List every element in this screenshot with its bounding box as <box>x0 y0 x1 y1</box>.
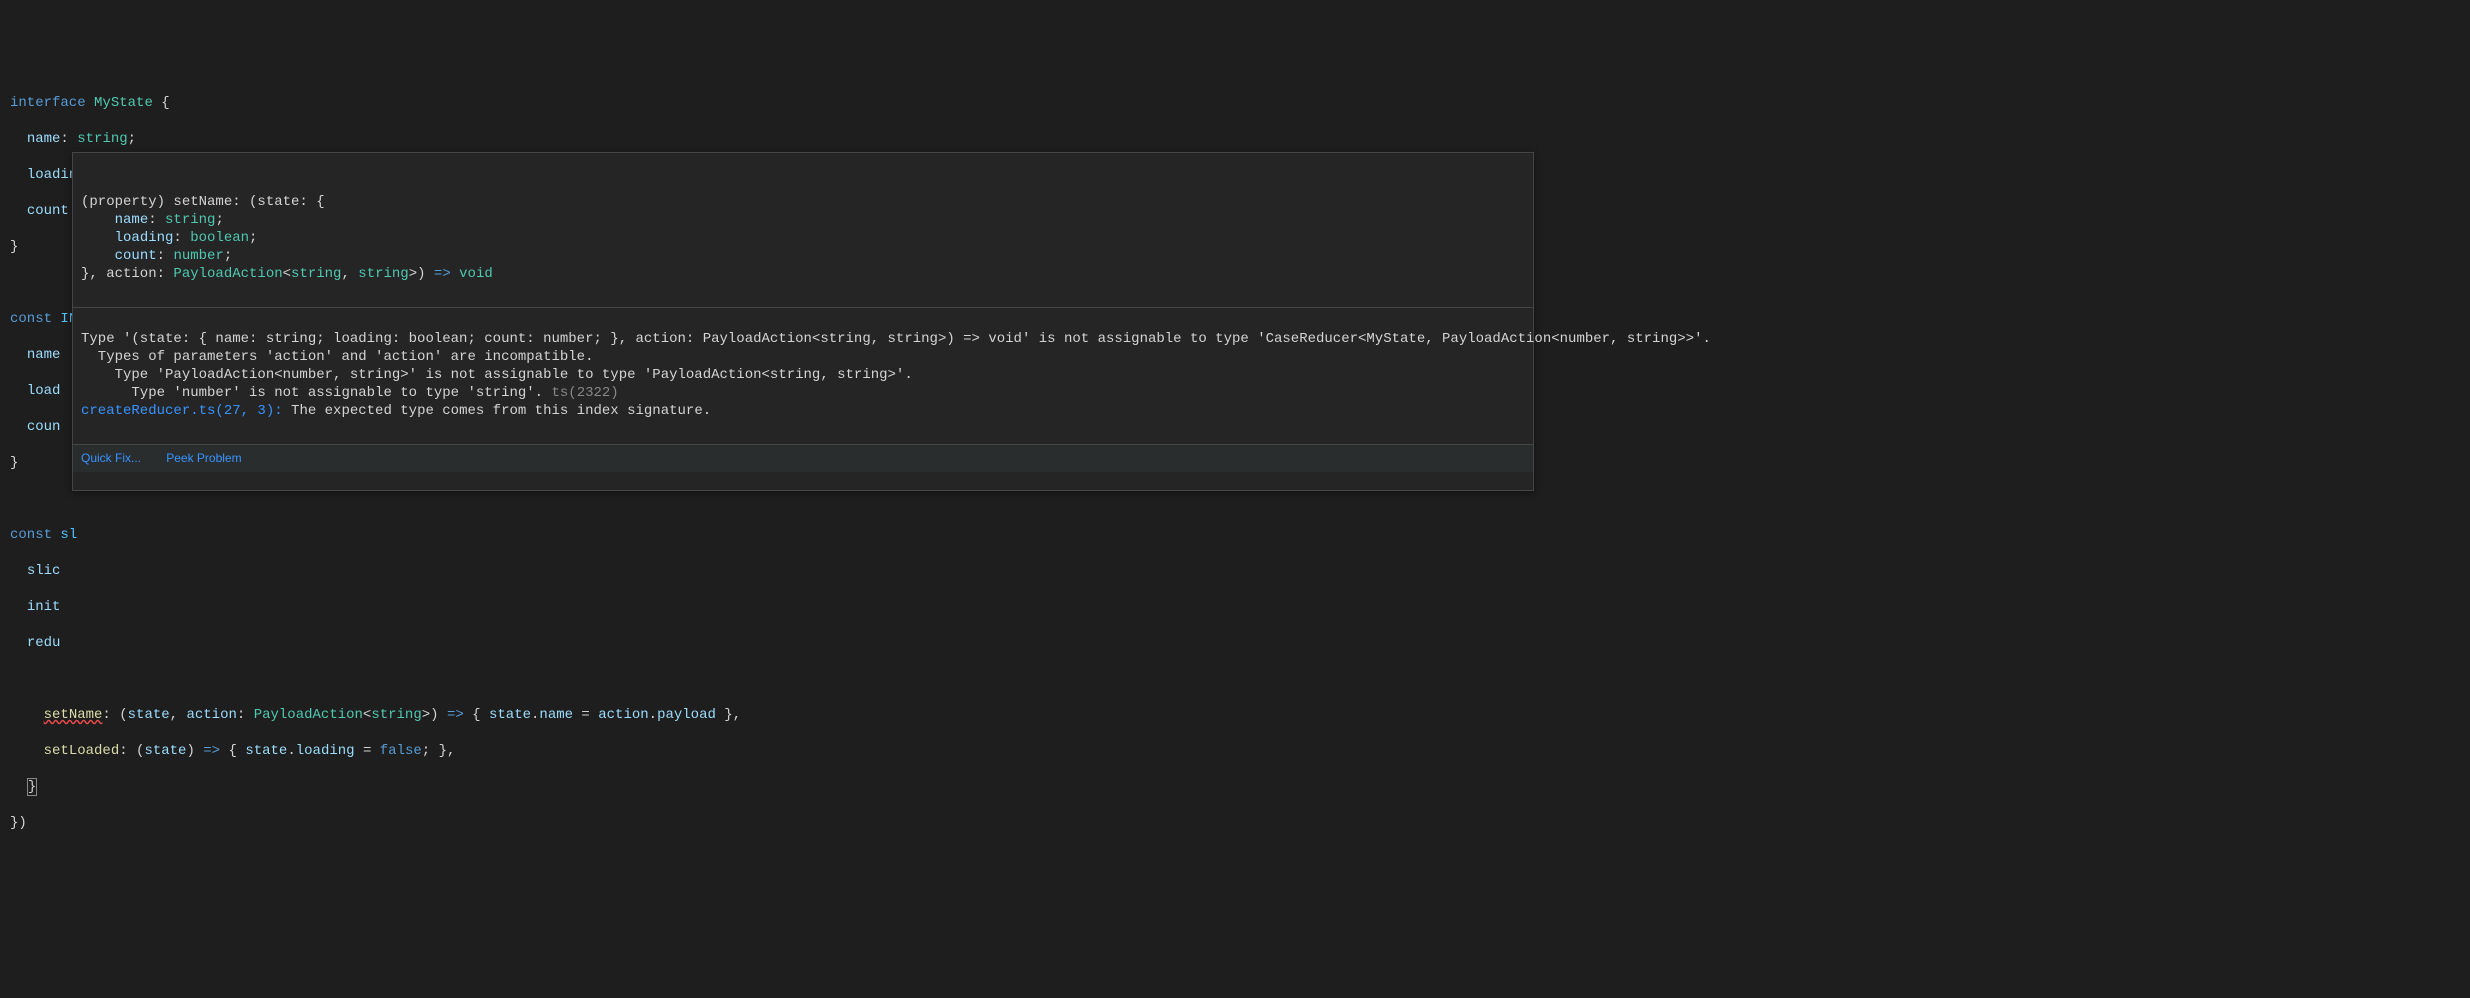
code-line[interactable] <box>10 670 2460 688</box>
error-line: Types of parameters 'action' and 'action… <box>81 349 593 365</box>
quick-fix-link[interactable]: Quick Fix... <box>81 451 141 465</box>
prop-partial: load <box>27 383 61 399</box>
sig-type: string <box>291 266 341 282</box>
var-state: state <box>245 743 287 759</box>
error-line: Type '(state: { name: string; loading: b… <box>81 331 1711 347</box>
hover-tooltip: (property) setName: (state: { name: stri… <box>72 152 1534 491</box>
const-name: sl <box>60 527 77 543</box>
keyword-const: const <box>10 527 52 543</box>
prop-partial: coun <box>27 419 61 435</box>
sig-lt: < <box>283 266 291 282</box>
hover-actions: Quick Fix... Peek Problem <box>73 444 1533 472</box>
type-name: MyState <box>94 95 153 111</box>
error-source-file[interactable]: createReducer.ts(27, 3): <box>81 403 291 419</box>
code-line[interactable]: const sl <box>10 526 2460 544</box>
prop-name: name <box>27 131 61 147</box>
sig-prop: loading <box>115 230 174 246</box>
sig-line: (property) setName: (state: { <box>81 194 325 210</box>
sig-prop: name <box>115 212 149 228</box>
code-line[interactable]: slic <box>10 562 2460 580</box>
sig-type: number <box>173 248 223 264</box>
bool-false: false <box>380 743 422 759</box>
var-state: state <box>489 707 531 723</box>
brace-close: }) <box>10 815 27 831</box>
prop-payload: payload <box>657 707 716 723</box>
arrow: => <box>203 743 220 759</box>
operator-eq: = <box>573 707 598 723</box>
prop-count: count <box>27 203 69 219</box>
error-code: ts(2322) <box>551 385 618 401</box>
peek-problem-link[interactable]: Peek Problem <box>166 451 241 465</box>
param-state: state <box>144 743 186 759</box>
arrow: => <box>447 707 464 723</box>
brace-close: } <box>10 455 18 471</box>
code-editor[interactable]: interface MyState { name: string; loadin… <box>0 72 2470 908</box>
code-line[interactable]: init <box>10 598 2460 616</box>
prop-loading: loading <box>296 743 355 759</box>
param-action: action <box>186 707 236 723</box>
error-source-text: The expected type comes from this index … <box>291 403 711 419</box>
param-state: state <box>128 707 170 723</box>
brace-close: } <box>10 239 18 255</box>
code-line[interactable] <box>10 490 2460 508</box>
hover-error: Type '(state: { name: string; loading: b… <box>73 307 1533 426</box>
type-string: string <box>77 131 127 147</box>
prop-setloaded: setLoaded <box>44 743 120 759</box>
sig-type-pa: PayloadAction <box>173 266 282 282</box>
prop-partial: name <box>27 347 61 363</box>
sig-type: boolean <box>190 230 249 246</box>
sig-type: string <box>165 212 215 228</box>
sig-arrow: => <box>434 266 451 282</box>
code-line[interactable]: redu <box>10 634 2460 652</box>
keyword-interface: interface <box>10 95 86 111</box>
sig-void: void <box>451 266 493 282</box>
code-line[interactable]: setName: (state, action: PayloadAction<s… <box>10 706 2460 724</box>
sig-prop: count <box>115 248 157 264</box>
prop-partial: slic <box>27 563 61 579</box>
type-string: string <box>371 707 421 723</box>
code-line[interactable]: } <box>10 778 2460 796</box>
brace-close-matched: } <box>27 778 37 796</box>
sig-comma: , <box>341 266 358 282</box>
prop-partial: init <box>27 599 61 615</box>
brace-open: { <box>153 95 170 111</box>
error-line: Type 'PayloadAction<number, string>' is … <box>81 367 913 383</box>
code-line[interactable]: }) <box>10 814 2460 832</box>
type-payloadaction: PayloadAction <box>254 707 363 723</box>
code-line[interactable]: name: string; <box>10 130 2460 148</box>
error-line: Type 'number' is not assignable to type … <box>81 385 551 401</box>
code-line[interactable]: setLoaded: (state) => { state.loading = … <box>10 742 2460 760</box>
var-action: action <box>598 707 648 723</box>
sig-line: }, action: <box>81 266 173 282</box>
keyword-const: const <box>10 311 52 327</box>
sig-gt: >) <box>409 266 434 282</box>
prop-setname: setName <box>44 707 103 723</box>
code-line[interactable]: interface MyState { <box>10 94 2460 112</box>
prop-partial: redu <box>27 635 61 651</box>
sig-type: string <box>358 266 408 282</box>
operator-eq: = <box>355 743 380 759</box>
hover-signature: (property) setName: (state: { name: stri… <box>73 171 1533 289</box>
prop-name: name <box>539 707 573 723</box>
